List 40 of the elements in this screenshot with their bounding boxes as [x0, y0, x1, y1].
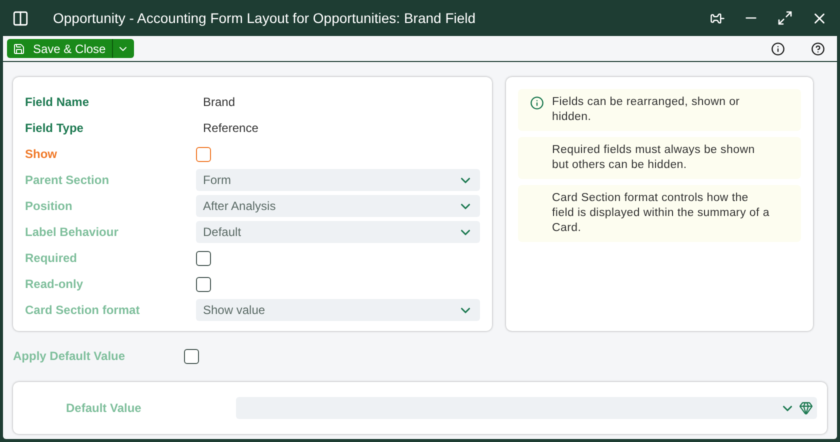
- select-value: Form: [203, 172, 231, 189]
- field-label: Parent Section: [25, 172, 110, 189]
- field-label: Show: [25, 146, 58, 163]
- save-icon: [13, 42, 25, 54]
- apply-default-label: Apply Default Value: [13, 348, 126, 365]
- checkbox[interactable]: [196, 146, 211, 162]
- maximize-icon[interactable]: [777, 10, 793, 26]
- info-icon[interactable]: [771, 42, 785, 56]
- select-value: After Analysis: [203, 198, 276, 215]
- field-label: Position: [25, 198, 74, 215]
- checkbox[interactable]: [196, 276, 211, 292]
- save-close-button[interactable]: Save & Close: [7, 39, 113, 58]
- field-label: Read-only: [25, 276, 84, 293]
- window-title: Opportunity - Accounting Form Layout for Opportunities: Brand Field: [53, 8, 476, 28]
- field-label: Field Type: [25, 120, 84, 137]
- default-value-label: Default Value: [66, 400, 142, 417]
- checkbox[interactable]: [184, 348, 199, 364]
- select-value: Show value: [203, 302, 266, 319]
- select-field[interactable]: Form: [196, 169, 480, 191]
- select-field[interactable]: After Analysis: [196, 195, 480, 217]
- field-label: Field Name: [25, 94, 90, 111]
- pin-icon[interactable]: [710, 10, 725, 26]
- note-text: Required fields must always be shown but others can be hidden.: [552, 143, 756, 173]
- checkbox[interactable]: [196, 250, 211, 266]
- field-value: Reference: [202, 120, 258, 137]
- note-text: Card Section format controls how the field is displayed within the summary of a Card.: [552, 191, 770, 236]
- field-value: Brand: [202, 94, 236, 111]
- select-value: Default: [203, 224, 242, 241]
- select-field[interactable]: Show value: [196, 299, 480, 321]
- info-icon: [530, 96, 544, 110]
- field-label: Label Behaviour: [25, 224, 120, 241]
- default-value-field[interactable]: [236, 397, 817, 419]
- help-icon[interactable]: [811, 42, 825, 56]
- gem-icon[interactable]: [799, 401, 813, 415]
- panel-icon: [12, 10, 29, 26]
- field-label: Card Section format: [25, 302, 141, 319]
- field-label: Required: [25, 250, 78, 267]
- note-text: Fields can be rearranged, shown or hidden.: [552, 95, 741, 125]
- dropdown-button[interactable]: [112, 39, 134, 58]
- select-field[interactable]: Default: [196, 221, 480, 243]
